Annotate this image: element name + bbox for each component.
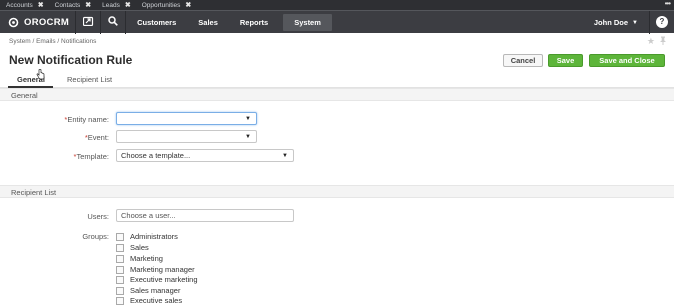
users-select[interactable]: Choose a user... bbox=[116, 209, 294, 222]
close-icon[interactable]: ✖ bbox=[38, 1, 44, 9]
nav-divider bbox=[649, 11, 650, 34]
group-option[interactable]: Marketing bbox=[116, 254, 163, 263]
breadcrumb: System / Emails / Notifications bbox=[9, 38, 97, 45]
help-icon[interactable]: ? bbox=[656, 16, 668, 28]
users-label: Users: bbox=[87, 212, 109, 221]
caret-down-icon: ▼ bbox=[245, 134, 251, 140]
group-label: Marketing manager bbox=[130, 265, 195, 274]
nav-customers[interactable]: Customers bbox=[126, 11, 187, 34]
group-checkbox[interactable] bbox=[116, 265, 124, 274]
pin-icon[interactable] bbox=[659, 36, 667, 47]
page-title: New Notification Rule bbox=[9, 53, 133, 67]
group-option[interactable]: Marketing manager bbox=[116, 265, 195, 274]
cancel-button[interactable]: Cancel bbox=[503, 54, 543, 67]
group-label: Executive marketing bbox=[130, 275, 198, 284]
pinned-tabs-bar: Accounts ✖ Contacts ✖ Leads ✖ Opportunities… bbox=[0, 0, 674, 10]
group-option[interactable]: Executive marketing bbox=[116, 275, 198, 284]
shortcuts-button[interactable] bbox=[76, 11, 100, 34]
logo-icon bbox=[8, 17, 19, 28]
group-checkbox[interactable] bbox=[116, 275, 124, 284]
group-label: Executive sales bbox=[130, 296, 183, 305]
template-select[interactable]: Choose a template... ▼ bbox=[116, 149, 294, 162]
star-icon[interactable]: ★ bbox=[647, 36, 655, 47]
close-icon[interactable]: ✖ bbox=[85, 1, 91, 9]
search-button[interactable] bbox=[101, 11, 125, 34]
group-option[interactable]: Sales bbox=[116, 243, 149, 252]
nav-reports[interactable]: Reports bbox=[229, 11, 279, 34]
group-checkbox[interactable] bbox=[116, 232, 124, 241]
groups-label: Groups: bbox=[82, 232, 109, 241]
caret-down-icon: ▼ bbox=[632, 19, 638, 26]
pinned-tab-label: Leads bbox=[102, 1, 120, 9]
entity-name-label: *Entity name: bbox=[64, 115, 109, 124]
main-nav: OROCRM Customers Sales Reports System Jo… bbox=[0, 10, 674, 34]
brand-logo[interactable]: OROCRM bbox=[0, 11, 75, 34]
save-button[interactable]: Save bbox=[548, 54, 583, 67]
group-label: Sales bbox=[130, 243, 149, 252]
close-icon[interactable]: ✖ bbox=[125, 1, 131, 9]
pinned-tab-leads[interactable]: Leads ✖ bbox=[96, 0, 136, 10]
search-icon bbox=[108, 16, 118, 28]
section-recipient-list-title: Recipient List bbox=[11, 188, 57, 197]
pinned-tab-label: Opportunities bbox=[141, 1, 181, 9]
section-recipient-list-header: Recipient List bbox=[0, 185, 674, 198]
pinned-tab-opportunities[interactable]: Opportunities ✖ bbox=[136, 0, 197, 10]
group-checkbox[interactable] bbox=[116, 243, 124, 252]
brand-name: OROCRM bbox=[24, 16, 70, 28]
event-select[interactable]: ▼ bbox=[116, 130, 257, 143]
hand-cursor-icon bbox=[36, 68, 45, 82]
caret-down-icon: ▼ bbox=[282, 153, 288, 159]
pinned-tab-contacts[interactable]: Contacts ✖ bbox=[49, 0, 97, 10]
group-option[interactable]: Administrators bbox=[116, 232, 178, 241]
group-option[interactable]: Sales manager bbox=[116, 286, 180, 295]
close-icon[interactable]: ✖ bbox=[185, 1, 191, 9]
group-checkbox[interactable] bbox=[116, 254, 124, 263]
template-label: *Template: bbox=[73, 152, 109, 161]
event-label: *Event: bbox=[84, 133, 109, 142]
form-tabs: General Recipient List bbox=[0, 72, 674, 88]
user-menu[interactable]: John Doe ▼ bbox=[594, 11, 638, 34]
pinned-tab-accounts[interactable]: Accounts ✖ bbox=[0, 0, 49, 10]
group-checkbox[interactable] bbox=[116, 296, 124, 305]
group-label: Administrators bbox=[130, 232, 178, 241]
pinned-tab-label: Accounts bbox=[6, 1, 33, 9]
group-option[interactable]: Executive sales bbox=[116, 296, 182, 305]
share-icon bbox=[82, 16, 94, 28]
caret-down-icon: ▼ bbox=[245, 116, 251, 122]
save-and-close-button[interactable]: Save and Close bbox=[589, 54, 665, 67]
entity-name-select[interactable]: ▼ bbox=[116, 112, 257, 125]
nav-system[interactable]: System bbox=[283, 13, 332, 31]
pinned-tab-label: Contacts bbox=[54, 1, 81, 9]
section-general-title: General bbox=[11, 91, 38, 100]
user-name: John Doe bbox=[593, 18, 629, 27]
section-general-header: General bbox=[0, 88, 674, 101]
template-placeholder: Choose a template... bbox=[121, 151, 191, 160]
group-label: Sales manager bbox=[130, 286, 181, 295]
group-checkbox[interactable] bbox=[116, 286, 124, 295]
more-icon[interactable]: ••• bbox=[665, 0, 671, 8]
nav-sales[interactable]: Sales bbox=[187, 11, 229, 34]
group-label: Marketing bbox=[130, 254, 163, 263]
users-placeholder: Choose a user... bbox=[121, 211, 176, 220]
tab-recipient-list[interactable]: Recipient List bbox=[67, 75, 112, 84]
